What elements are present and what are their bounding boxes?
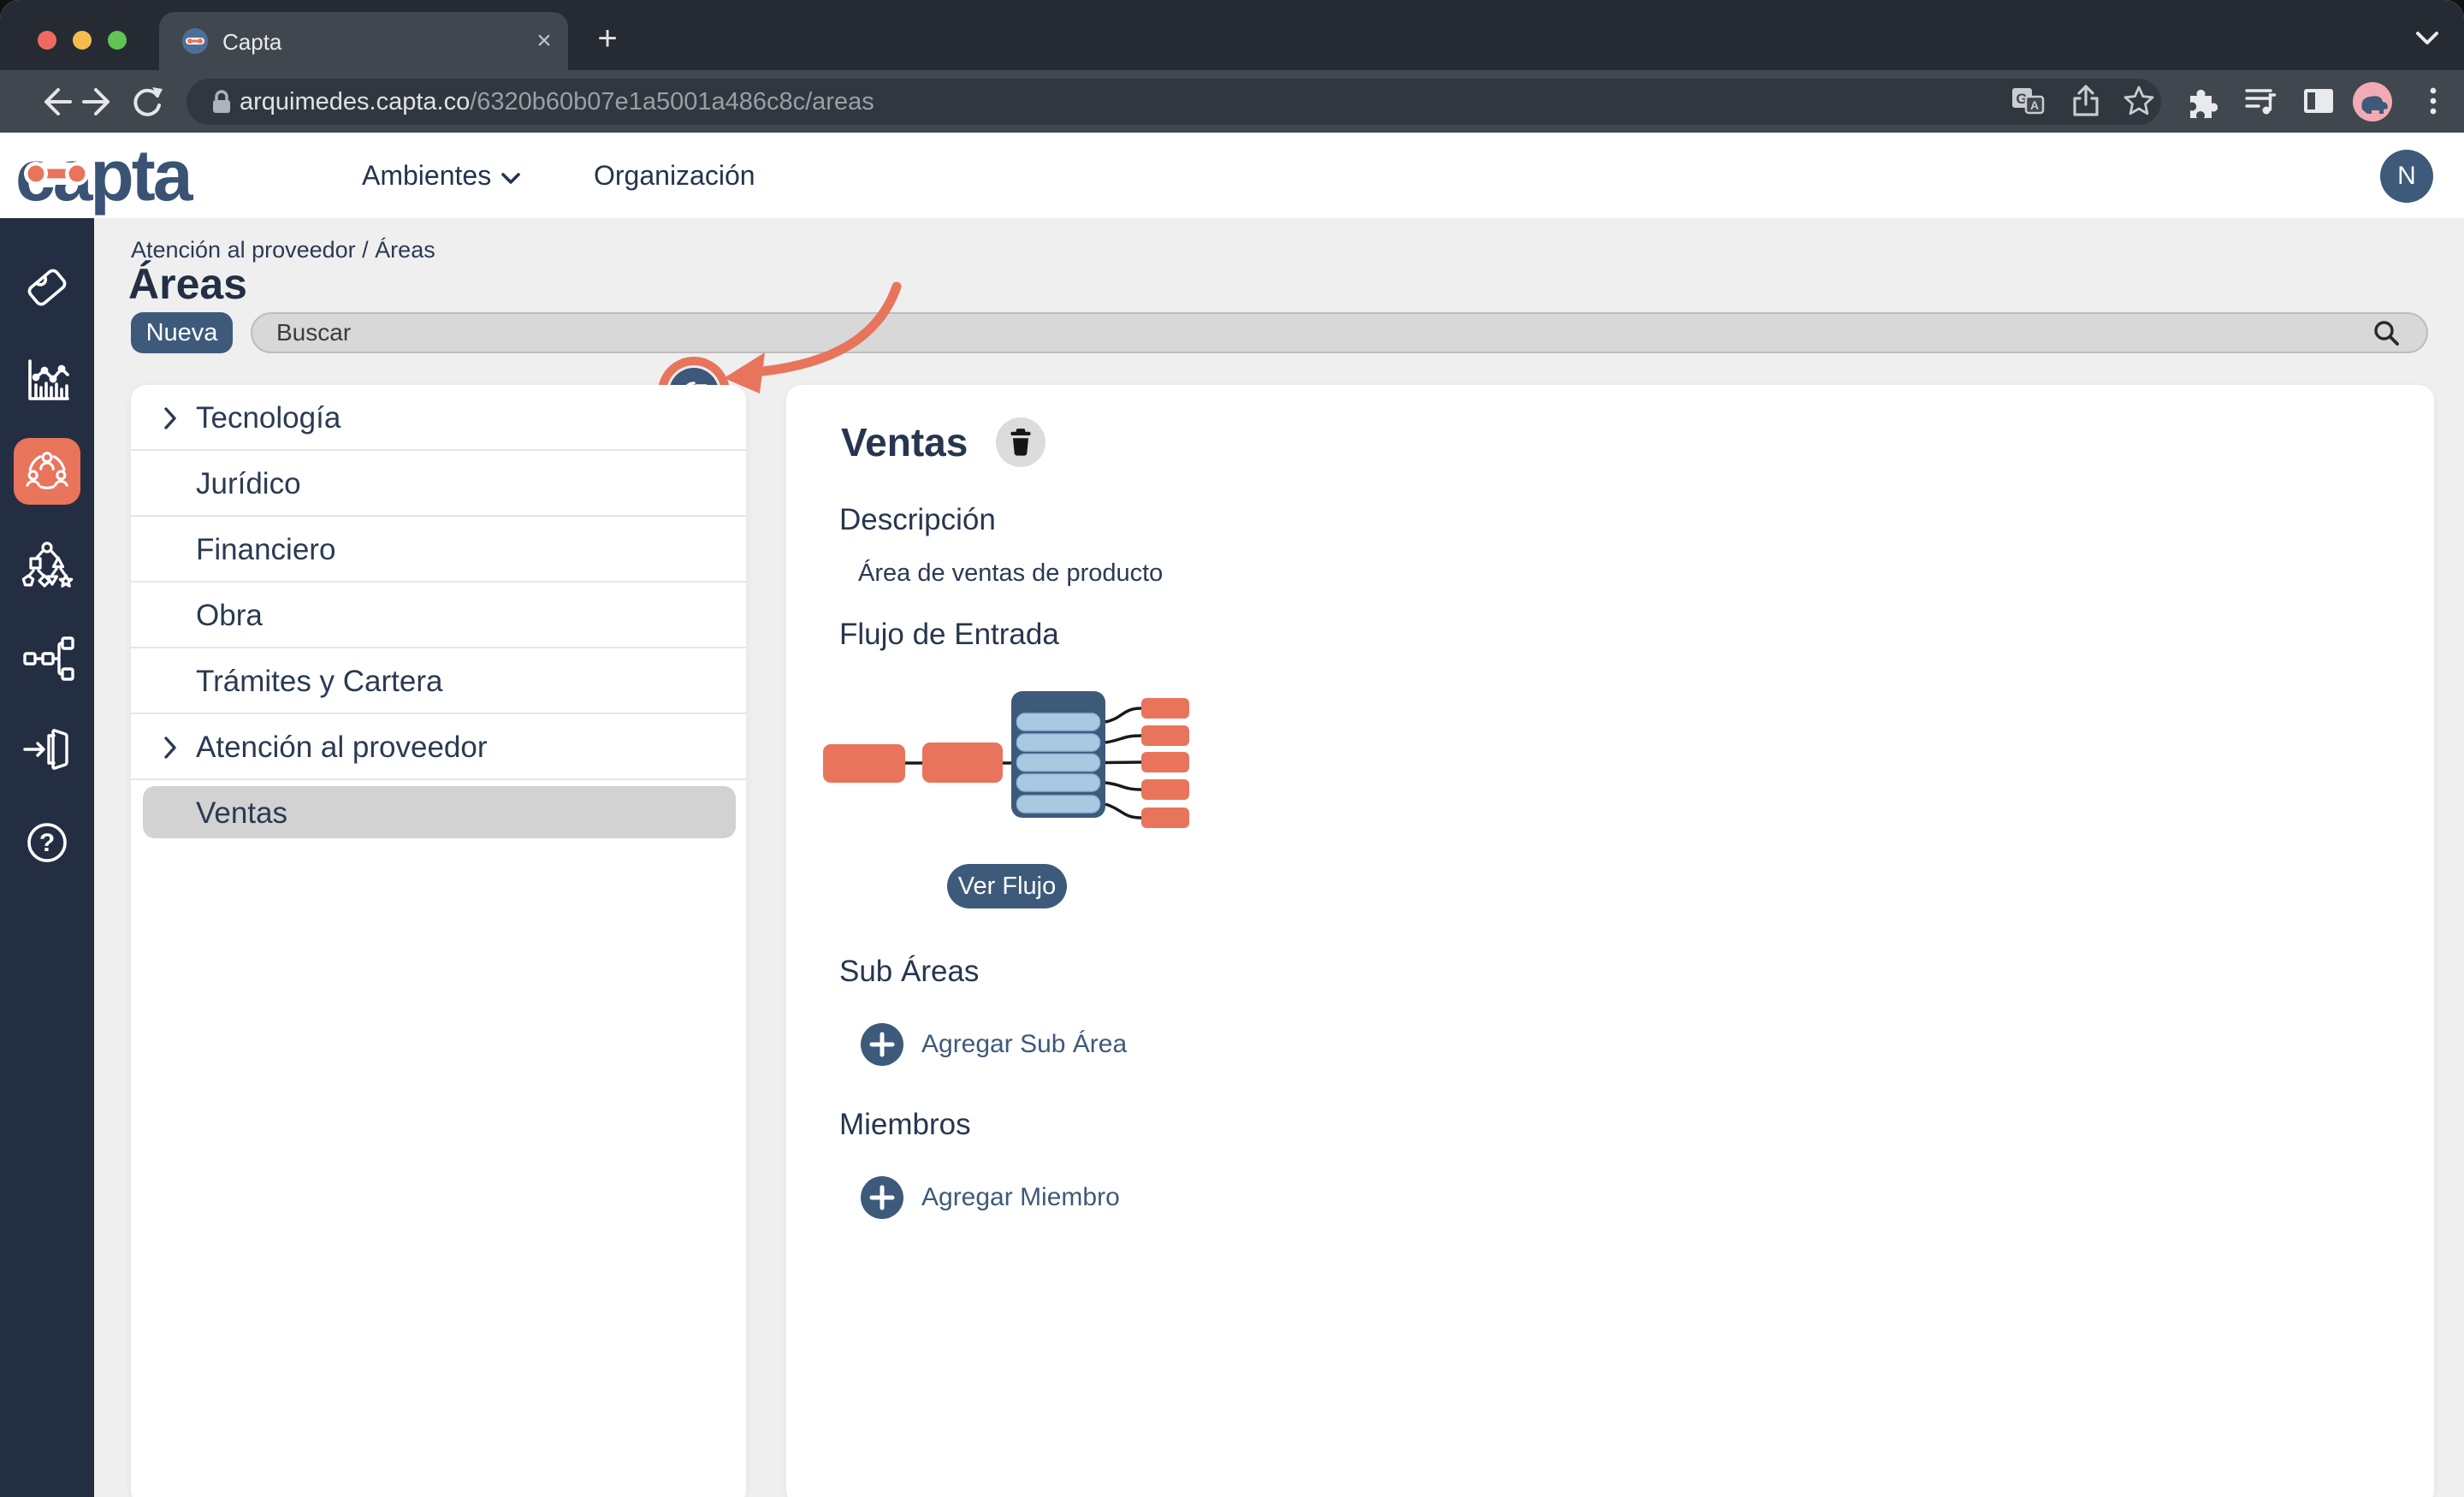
list-item-atencion-al-proveedor[interactable]: Atención al proveedor — [131, 714, 746, 780]
list-item-tecnologia[interactable]: Tecnología — [131, 385, 746, 451]
page-title: Áreas — [128, 259, 247, 309]
team-network-icon — [22, 447, 72, 496]
browser-tab[interactable]: Capta × — [159, 12, 568, 70]
add-subarea-label: Agregar Sub Área — [921, 1030, 1127, 1059]
areas-list-panel: Tecnología Jurídico Financiero Obra Trám… — [131, 385, 746, 1497]
lock-icon[interactable] — [210, 90, 233, 120]
close-window-button[interactable] — [38, 31, 56, 50]
browser-tab-strip: Capta × + — [0, 0, 2464, 70]
description-text: Área de ventas de producto — [858, 559, 1163, 588]
list-item-label: Ventas — [196, 780, 287, 846]
add-subarea-button[interactable]: Agregar Sub Área — [860, 1022, 1127, 1067]
svg-text:A: A — [2030, 98, 2039, 112]
nav-organizacion[interactable]: Organización — [594, 133, 755, 218]
trash-icon — [1008, 428, 1034, 457]
list-item-tramites-y-cartera[interactable]: Trámites y Cartera — [131, 648, 746, 714]
list-item-label: Obra — [196, 583, 263, 648]
side-panel-icon[interactable] — [2301, 84, 2336, 118]
description-heading: Descripción — [839, 503, 996, 537]
nav-organizacion-label: Organización — [594, 160, 755, 191]
fullscreen-window-button[interactable] — [108, 31, 127, 50]
list-item-juridico[interactable]: Jurídico — [131, 451, 746, 517]
view-flow-button[interactable]: Ver Flujo — [947, 864, 1067, 908]
list-item-ventas-selected[interactable]: Ventas — [131, 780, 746, 846]
close-tab-icon[interactable]: × — [529, 26, 560, 56]
capta-favicon-icon — [181, 27, 209, 55]
sidebar-areas-active[interactable] — [14, 438, 80, 505]
search-icon[interactable] — [2373, 320, 2399, 346]
area-detail-panel: Ventas Descripción Área de ventas de pro… — [786, 385, 2434, 1497]
sidebar-decision-tree-icon[interactable] — [20, 540, 74, 595]
share-icon[interactable] — [2069, 84, 2103, 118]
list-item-label: Jurídico — [196, 451, 301, 517]
reload-button[interactable] — [128, 84, 164, 120]
url-domain: arquimedes.capta.co — [240, 88, 470, 115]
app-header: capta Ambientes Organización N — [0, 133, 2464, 218]
minimize-window-button[interactable] — [73, 31, 92, 50]
browser-toolbar: arquimedes.capta.co/6320b60b07e1a5001a48… — [0, 70, 2464, 133]
list-item-label: Financiero — [196, 517, 335, 583]
browser-profile-avatar[interactable] — [2353, 82, 2392, 121]
new-area-button[interactable]: Nueva — [131, 312, 233, 353]
svg-text:?: ? — [39, 829, 55, 857]
nav-ambientes-label: Ambientes — [362, 160, 491, 191]
back-button[interactable] — [39, 84, 75, 120]
add-member-label: Agregar Miembro — [921, 1183, 1120, 1212]
sidebar-logout-door-icon[interactable] — [20, 722, 74, 777]
user-avatar[interactable]: N — [2380, 150, 2433, 203]
capta-logo[interactable]: capta — [15, 139, 238, 211]
list-item-label: Trámites y Cartera — [196, 648, 442, 714]
browser-menu-dots-icon[interactable] — [2416, 84, 2450, 118]
plus-circle-icon — [860, 1022, 904, 1067]
app-sidebar: ? — [0, 218, 94, 1497]
list-item-label: Atención al proveedor — [196, 714, 488, 780]
members-heading: Miembros — [839, 1108, 971, 1142]
chevron-right-icon[interactable] — [162, 405, 179, 435]
tab-overview-chevron-icon[interactable] — [2414, 31, 2440, 50]
list-item-obra[interactable]: Obra — [131, 583, 746, 648]
add-member-button[interactable]: Agregar Miembro — [860, 1175, 1120, 1220]
search-input[interactable] — [251, 312, 2428, 353]
sidebar-analytics-icon[interactable] — [20, 354, 74, 409]
chevron-down-icon — [501, 133, 520, 218]
subareas-heading: Sub Áreas — [839, 955, 979, 989]
search-field — [251, 312, 2428, 353]
bookmark-star-icon[interactable] — [2122, 84, 2156, 118]
plus-circle-icon — [860, 1175, 904, 1220]
extensions-puzzle-icon[interactable] — [2183, 84, 2218, 118]
logo-dumbbell-icon — [15, 139, 127, 211]
sidebar-ticket-icon[interactable] — [20, 260, 74, 315]
flow-heading: Flujo de Entrada — [839, 618, 1059, 652]
new-tab-button[interactable]: + — [589, 21, 626, 58]
translate-icon[interactable]: GA — [2011, 84, 2045, 118]
list-item-label: Tecnología — [196, 385, 341, 451]
list-item-financiero[interactable]: Financiero — [131, 517, 746, 583]
sidebar-help-icon[interactable]: ? — [20, 815, 74, 870]
playlist-music-icon[interactable] — [2243, 84, 2277, 118]
main-content: ? Atención al proveedor / Áreas Áreas Nu… — [0, 218, 2464, 1497]
delete-area-button[interactable] — [996, 417, 1045, 467]
entry-flow-diagram — [813, 683, 1206, 837]
area-detail-title: Ventas — [841, 419, 968, 465]
url-path: /6320b60b07e1a5001a486c8c/areas — [470, 88, 874, 115]
tab-title: Capta — [222, 29, 281, 56]
url-bar[interactable]: arquimedes.capta.co/6320b60b07e1a5001a48… — [187, 79, 2161, 125]
forward-button[interactable] — [79, 84, 115, 120]
sidebar-workflow-icon[interactable] — [20, 631, 74, 686]
url-text: arquimedes.capta.co/6320b60b07e1a5001a48… — [240, 88, 874, 116]
browser-window: Capta × + arquimedes.capta.co/6320b60b07… — [0, 0, 2464, 1497]
nav-ambientes[interactable]: Ambientes — [362, 133, 520, 218]
chevron-right-icon[interactable] — [162, 735, 179, 765]
